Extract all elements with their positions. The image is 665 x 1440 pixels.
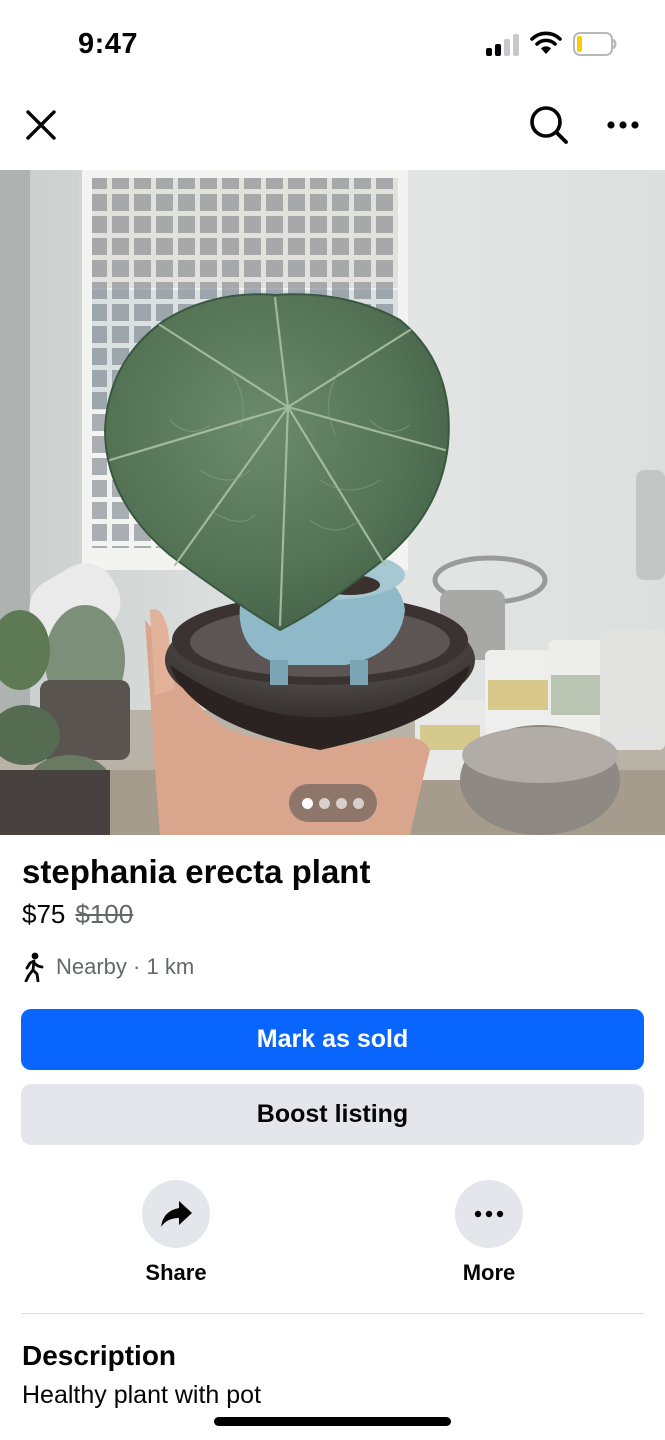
plant-photo-image xyxy=(0,170,665,835)
pager-dot-active xyxy=(302,797,313,809)
section-divider xyxy=(21,1313,644,1314)
status-time: 9:47 xyxy=(78,28,139,60)
status-bar: 9:47 xyxy=(0,0,665,90)
walking-person-icon xyxy=(24,952,44,982)
more-button-circle[interactable] xyxy=(455,1180,523,1248)
marketplace-listing-screen: 9:47 stephania erecta plant $75 $100 Nea… xyxy=(0,0,665,1440)
more-options-button[interactable] xyxy=(600,102,646,148)
description-text: Healthy plant with pot xyxy=(22,1381,262,1409)
listing-title: stephania erecta plant xyxy=(22,853,371,890)
home-indicator[interactable] xyxy=(214,1417,451,1426)
more-horizontal-icon xyxy=(607,121,639,129)
top-navigation xyxy=(0,90,665,170)
distance-text: Nearby · 1 km xyxy=(56,954,195,979)
cellular-signal-icon xyxy=(486,34,520,56)
share-action[interactable]: Share xyxy=(96,1180,256,1290)
share-arrow-icon xyxy=(161,1201,192,1227)
pager-dot xyxy=(336,797,347,809)
mark-as-sold-button[interactable]: Mark as sold xyxy=(21,1009,644,1070)
description-heading: Description xyxy=(22,1340,177,1371)
close-icon xyxy=(26,110,56,140)
close-button[interactable] xyxy=(18,102,64,148)
pager-dot xyxy=(353,797,364,809)
boost-listing-button[interactable]: Boost listing xyxy=(21,1084,644,1145)
share-button-circle[interactable] xyxy=(142,1180,210,1248)
more-action[interactable]: More xyxy=(409,1180,569,1290)
wifi-icon xyxy=(530,31,562,55)
search-button[interactable] xyxy=(524,100,574,150)
price-row: $75 $100 xyxy=(22,899,133,930)
battery-low-icon xyxy=(573,32,617,56)
search-icon xyxy=(530,106,568,144)
more-label: More xyxy=(462,1260,516,1285)
photo-pagination xyxy=(289,784,377,822)
current-price: $75 xyxy=(22,899,66,929)
distance-row: Nearby · 1 km xyxy=(22,952,194,982)
listing-photo[interactable] xyxy=(0,170,665,835)
original-price: $100 xyxy=(75,899,134,929)
share-label: Share xyxy=(145,1260,207,1285)
more-horizontal-icon xyxy=(474,1210,504,1218)
pager-dot xyxy=(319,797,330,809)
